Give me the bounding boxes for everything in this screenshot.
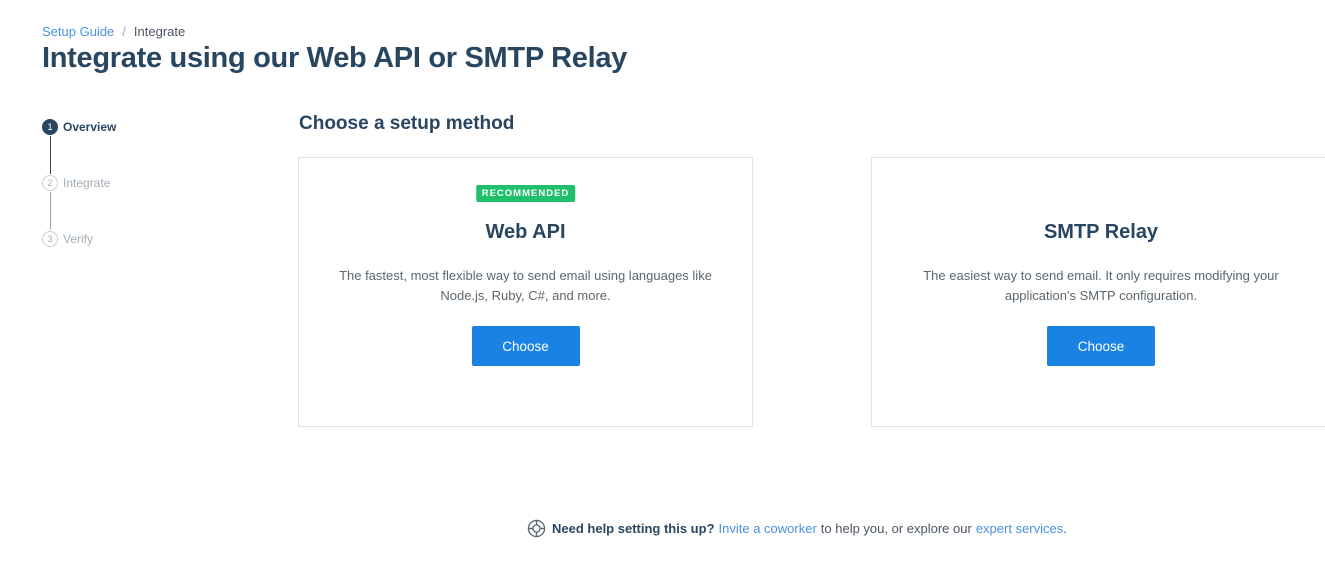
help-footer: Need help setting this up? Invite a cowo… xyxy=(527,519,1067,538)
step-label: Integrate xyxy=(63,176,111,190)
choose-web-api-button[interactable]: Choose xyxy=(471,326,580,366)
web-api-title: Web API xyxy=(485,221,566,243)
step-overview: 1 Overview xyxy=(42,119,242,175)
choose-smtp-relay-button[interactable]: Choose xyxy=(1047,326,1155,366)
step-connector xyxy=(49,136,51,174)
breadcrumb: Setup Guide / Integrate xyxy=(42,24,185,39)
breadcrumb-current: Integrate xyxy=(133,24,186,39)
web-api-card: RECOMMENDED Web API The fastest, most fl… xyxy=(298,157,753,427)
smtp-relay-description: The easiest way to send email. It only r… xyxy=(923,268,1279,303)
expert-services-link[interactable]: expert services xyxy=(976,521,1063,536)
step-connector xyxy=(49,192,51,230)
step-number-badge: 2 xyxy=(42,175,58,191)
smtp-relay-title: SMTP Relay xyxy=(1043,221,1159,243)
breadcrumb-separator: / xyxy=(122,24,126,39)
help-heading: Need help setting this up? xyxy=(552,521,715,536)
invite-coworker-link[interactable]: Invite a coworker xyxy=(719,521,817,536)
breadcrumb-setup-guide-link[interactable]: Setup Guide xyxy=(42,24,114,39)
help-period: . xyxy=(1063,521,1067,536)
step-verify: 3 Verify xyxy=(42,231,242,287)
page-title: Integrate using our Web API or SMTP Rela… xyxy=(42,42,627,74)
setup-stepper: 1 Overview 2 Integrate 3 Verify xyxy=(42,119,242,287)
help-text: to help you, or explore our xyxy=(820,521,972,536)
smtp-relay-card: SMTP Relay The easiest way to send email… xyxy=(871,157,1325,427)
recommended-badge: RECOMMENDED xyxy=(475,185,576,202)
step-integrate: 2 Integrate xyxy=(42,175,242,231)
step-label: Overview xyxy=(63,120,117,134)
section-title: Choose a setup method xyxy=(299,113,515,134)
lifebuoy-icon xyxy=(527,519,546,538)
step-label: Verify xyxy=(63,232,94,246)
step-number-badge: 1 xyxy=(42,119,58,135)
web-api-description: The fastest, most flexible way to send e… xyxy=(339,268,712,303)
step-number-badge: 3 xyxy=(42,231,58,247)
